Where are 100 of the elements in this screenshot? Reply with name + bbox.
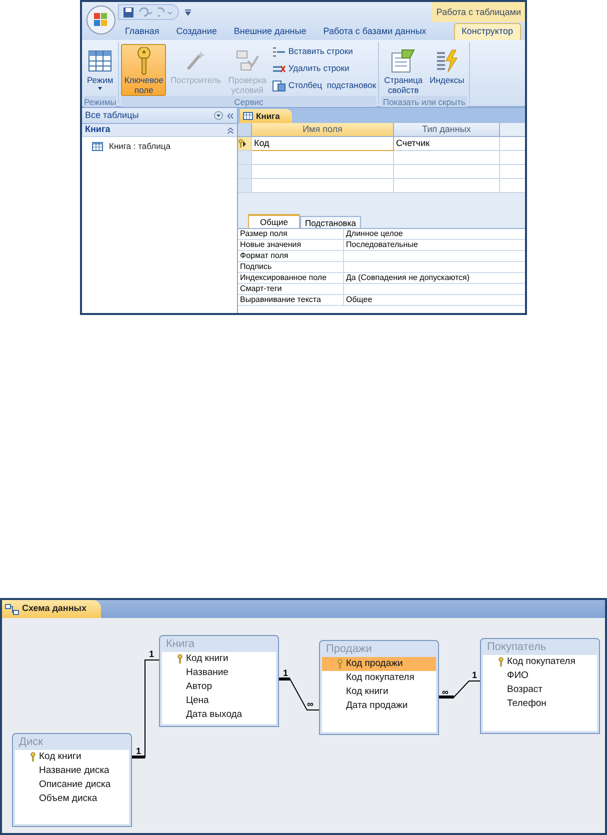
check-diagram-icon [235,49,260,73]
field-row[interactable]: Дата продажи [322,699,436,713]
table-cell[interactable] [394,151,500,165]
insert-rows-icon [272,46,286,56]
ribbon-tab[interactable]: Работа с базами данных [316,23,434,40]
key-icon [136,47,152,75]
table-title: Продажи [325,642,373,657]
table-icon [88,50,112,72]
pane-title: Все таблицы [85,108,139,122]
collapse-group-icon[interactable] [227,126,234,134]
key-icon [337,659,343,669]
ribbon-button[interactable]: Индексы [426,44,468,96]
table-title: Покупатель [486,640,548,655]
ribbon-button[interactable]: Удалить строки [272,61,376,76]
table-window[interactable]: Диск Код книги Название диска Описание диска Объем диска [12,733,132,827]
ribbon-tab[interactable]: Внешние данные [226,23,314,40]
table-window[interactable]: Книга Код книги Название Автор Цена Дата выхода [159,635,279,727]
cardinality-label: 1 [283,668,288,678]
field-row[interactable]: Название диска [15,764,129,778]
property-sheet-icon [390,49,416,73]
table-icon [243,112,253,120]
table-cell[interactable]: Код [252,137,394,151]
field-row[interactable]: Код книги [15,750,129,764]
field-row[interactable]: Описание диска [15,778,129,792]
cardinality-label: 1 [472,670,478,680]
cardinality-label: ∞ [442,687,448,697]
lightning-icon [434,49,459,73]
field-row[interactable]: Объем диска [15,792,129,806]
save-icon[interactable] [123,6,134,18]
group-label: Показать или скрыть [381,96,468,108]
table-icon [92,142,103,150]
table-cell[interactable] [394,165,500,179]
key-icon [30,752,36,762]
current-row-icon [243,140,246,146]
field-row[interactable]: Название [162,666,276,680]
ribbon-tab[interactable]: Конструктор [454,23,521,40]
property-tab[interactable]: Общие [248,214,300,228]
table-cell[interactable] [252,165,394,179]
ribbon-tab[interactable]: Главная [118,23,166,40]
property-tab[interactable]: Подстановка [300,216,361,228]
document-tab[interactable]: Книга [240,109,292,123]
row-selector[interactable] [238,137,252,151]
delete-rows-icon [272,64,286,74]
property-label: Размер поля [238,229,344,239]
property-label: Индексированное поле [238,273,344,283]
table-cell[interactable] [394,179,500,193]
dropdown-icon[interactable] [214,111,223,120]
field-row[interactable]: Код книги [322,685,436,699]
field-row[interactable]: Код покупателя [322,671,436,685]
property-value[interactable]: Общее [344,295,372,305]
field-row[interactable]: Телефон [483,697,597,711]
ribbon-button[interactable]: Столбец подстановок [272,78,376,93]
ribbon-button[interactable]: Режим [84,44,116,96]
field-row[interactable]: Код продажи [322,657,436,671]
key-icon [177,654,183,664]
field-row[interactable]: Код книги [162,652,276,666]
table-title: Диск [18,735,44,750]
customize-icon[interactable] [185,8,191,16]
field-row[interactable]: Дата выхода [162,708,276,722]
office-logo-icon[interactable] [86,5,116,35]
table-title: Книга [165,637,196,652]
property-label: Новые значения [238,240,344,250]
field-row[interactable]: Возраст [483,683,597,697]
field-row[interactable]: Автор [162,680,276,694]
contextual-tab-label: Работа с таблицами [432,2,525,22]
table-cell[interactable] [252,151,394,165]
group-label: Сервис [121,96,376,108]
document-tab[interactable]: Схема данных [2,600,100,618]
redo-icon[interactable] [158,7,174,17]
key-icon [238,139,244,148]
table-cell[interactable]: Счетчик [394,137,500,151]
property-value[interactable]: Длинное целое [344,229,403,239]
table-window[interactable]: Покупатель Код покупателя ФИО Возраст Телефон [480,638,600,734]
relationships-icon [5,604,19,614]
property-label: Выравнивание текста [238,295,344,305]
table-window[interactable]: Продажи Код продажи Код покупателя Код книги Дата продажи [319,640,439,735]
field-row[interactable]: Цена [162,694,276,708]
property-value[interactable]: Да (Совпадения не допускаются) [344,273,470,283]
property-value[interactable]: Последовательные [344,240,418,250]
group-label: Режимы [84,96,116,108]
navigation-item[interactable]: Книга : таблица [82,139,237,153]
ribbon-button[interactable]: Вставить строки [272,44,376,59]
key-icon [498,657,504,667]
ribbon-button[interactable]: Страница свойств [381,44,426,96]
column-header[interactable]: Тип данных [394,123,500,137]
property-label: Формат поля [238,251,344,261]
property-label: Смарт-теги [238,284,344,294]
cardinality-label: 1 [136,746,142,756]
cardinality-label: ∞ [307,699,314,709]
field-row[interactable]: Код покупателя [483,655,597,669]
column-header[interactable]: Имя поля [252,123,394,137]
collapse-icon[interactable] [227,112,234,118]
group-header[interactable]: Книга [85,123,110,137]
property-label: Подпись [238,262,344,272]
table-cell[interactable] [252,179,394,193]
cardinality-label: 1 [149,649,154,659]
field-row[interactable]: ФИО [483,669,597,683]
lookup-column-icon [272,80,286,92]
ribbon-button[interactable]: Ключевое поле [121,44,166,96]
ribbon-tab[interactable]: Создание [169,23,224,40]
